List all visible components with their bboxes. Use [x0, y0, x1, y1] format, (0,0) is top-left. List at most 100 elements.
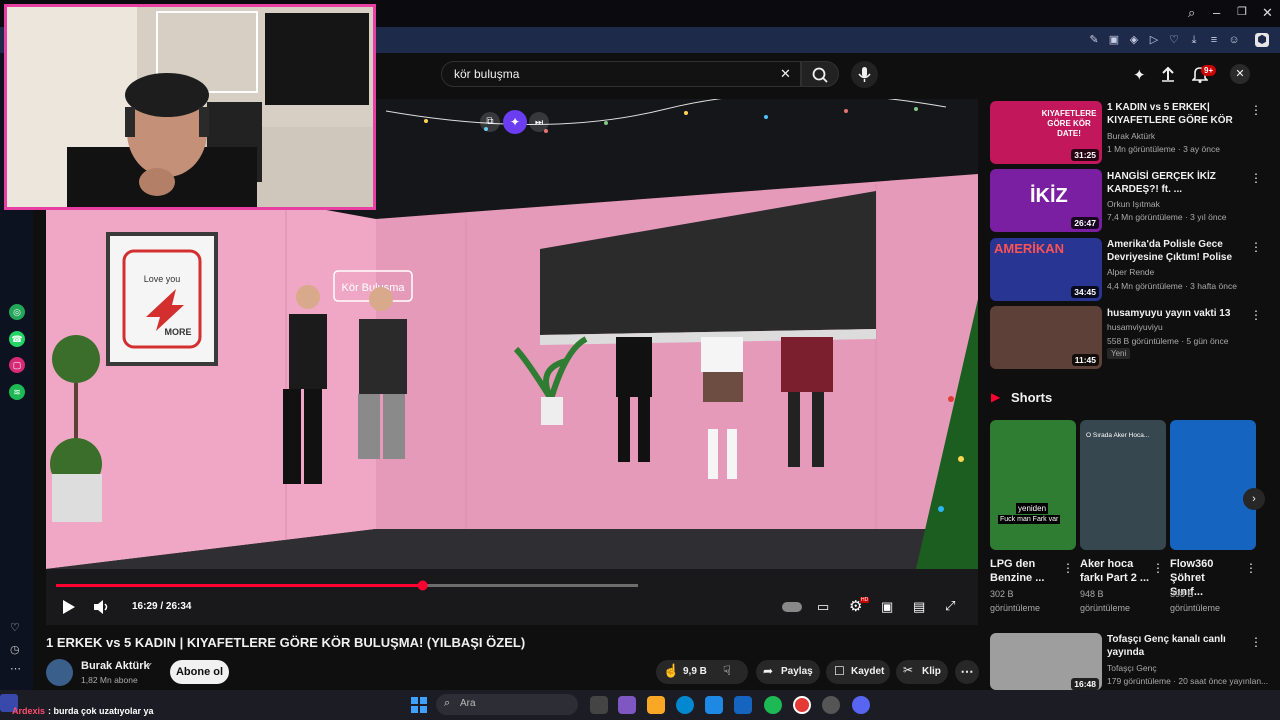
short-thumbnail[interactable]: O Sırada Aker Hoca... — [1080, 420, 1166, 550]
extension-icon[interactable]: ⬢ — [1255, 33, 1269, 47]
miniplayer-icon[interactable]: ⧉ — [480, 112, 500, 132]
more-actions-button[interactable]: ⋯ — [955, 660, 979, 684]
thumbnail-text: KIYAFETLERE GÖRE KÖR DATE! — [1041, 109, 1097, 138]
opera-browser-icon[interactable] — [793, 696, 811, 714]
recommendation-title[interactable]: husamyuyu yayın vakti 13 — [1107, 307, 1242, 320]
recommendation-thumbnail[interactable]: 11:45 — [990, 306, 1102, 369]
search-input[interactable] — [452, 66, 776, 82]
recommendation-meta: 7,4 Mn görüntüleme · 3 yıl önce — [1107, 212, 1227, 222]
more-options-icon[interactable]: ⋮ — [1245, 561, 1257, 575]
windows-start-icon[interactable] — [410, 696, 428, 714]
recommendation-thumbnail[interactable]: AMERİKAN 34:45 — [990, 238, 1102, 301]
instagram-icon[interactable]: ▢ — [9, 357, 25, 373]
menu-icon[interactable]: ≡ — [1207, 33, 1221, 47]
recommendation-title[interactable]: Tofaşçı Genç kanalı canlı yayında — [1107, 633, 1242, 659]
heart-icon[interactable]: ♡ — [10, 621, 20, 634]
like-icon[interactable]: ☝ — [663, 663, 679, 679]
recommendation-channel[interactable]: Alper Rende — [1107, 267, 1154, 277]
clear-search-icon[interactable]: ✕ — [780, 66, 791, 82]
recommendation-title[interactable]: HANGİSİ GERÇEK İKİZ KARDEŞ?! ft. ... — [1107, 170, 1242, 196]
recommendation-thumbnail[interactable]: KIYAFETLERE GÖRE KÖR DATE! 31:25 — [990, 101, 1102, 164]
subtitles-icon[interactable]: ▭ — [817, 599, 829, 615]
cast-icon[interactable]: ▤ — [913, 599, 925, 615]
short-title[interactable]: Aker hoca farkı Part 2 ... — [1080, 557, 1150, 585]
voice-search-button[interactable] — [851, 61, 878, 88]
play-icon[interactable]: ▷ — [1147, 33, 1161, 47]
create-icon[interactable]: ✦ — [1133, 66, 1146, 84]
fullscreen-icon[interactable]: ⤢ — [945, 598, 955, 614]
verified-icon: ✔ — [146, 661, 153, 670]
scissors-icon: ✂ — [903, 663, 914, 677]
chatgpt-icon[interactable]: ◎ — [9, 304, 25, 320]
task-view-icon[interactable] — [590, 696, 608, 714]
mail-icon[interactable] — [734, 696, 752, 714]
recommendation-channel[interactable]: Tofaşçı Genç — [1107, 663, 1157, 673]
search-button[interactable] — [801, 61, 839, 87]
search-box[interactable]: ✕ — [441, 61, 801, 87]
short-thumbnail[interactable]: yeniden Fuck man Fark var — [990, 420, 1076, 550]
more-options-icon[interactable]: ⋮ — [1250, 308, 1262, 322]
recommendation-thumbnail[interactable]: İKİZ 26:47 — [990, 169, 1102, 232]
history-icon[interactable]: ◷ — [10, 643, 20, 656]
shorts-next-button[interactable]: › — [1243, 488, 1265, 510]
like-count[interactable]: 9,9 B — [683, 666, 707, 677]
more-options-icon[interactable]: ⋮ — [1250, 240, 1262, 254]
whatsapp-icon[interactable]: ☎ — [9, 331, 25, 347]
recommendation-channel[interactable]: Burak Aktürk — [1107, 131, 1155, 141]
edge-browser-icon[interactable] — [676, 696, 694, 714]
file-explorer-icon[interactable] — [647, 696, 665, 714]
close-window-button[interactable]: ✕ — [1262, 5, 1273, 21]
progress-scrubber[interactable] — [417, 580, 428, 591]
recommendation-title[interactable]: Amerika'da Polisle Gece Devriyesine Çıkt… — [1107, 238, 1242, 264]
recommendation-meta: 4,4 Mn görüntüleme · 3 hafta önce — [1107, 281, 1237, 291]
chat-username: Ardexis — [12, 706, 46, 716]
app-icon[interactable] — [822, 696, 840, 714]
app-icon[interactable] — [618, 696, 636, 714]
subscribe-button[interactable]: Abone ol — [170, 660, 229, 684]
more-icon[interactable]: ⋯ — [10, 662, 21, 675]
recommendation-channel[interactable]: Orkun Işıtmak — [1107, 199, 1160, 209]
volume-icon[interactable] — [93, 599, 109, 615]
webcam-overlay — [4, 4, 376, 210]
search-icon[interactable]: ⌕ — [1188, 5, 1195, 21]
short-views-label: görüntüleme — [1170, 603, 1221, 613]
channel-avatar[interactable] — [46, 659, 73, 686]
more-options-icon[interactable]: ⋮ — [1250, 171, 1262, 185]
account-avatar[interactable]: ✕ — [1230, 64, 1250, 84]
autoplay-toggle[interactable] — [782, 602, 802, 612]
dislike-icon[interactable]: ☟ — [723, 663, 731, 679]
thumbnail-text: İKİZ — [1030, 185, 1068, 207]
progress-fill — [56, 584, 423, 587]
shorts-heading: Shorts — [1011, 390, 1053, 405]
theater-mode-icon[interactable]: ▣ — [881, 599, 893, 615]
user-icon[interactable]: ☺ — [1227, 33, 1241, 47]
store-icon[interactable] — [705, 696, 723, 714]
short-title[interactable]: LPG den Benzine ... — [990, 557, 1060, 585]
search-icon: ⌕ — [444, 697, 451, 709]
short-thumbnail[interactable] — [1170, 420, 1256, 550]
minimize-button[interactable]: – — [1213, 5, 1220, 20]
taskbar-search[interactable]: ⌕ Ara — [436, 694, 578, 715]
skip-forward-icon[interactable]: ⏭ — [529, 112, 549, 132]
shield-icon[interactable]: ◈ — [1127, 33, 1141, 47]
recommendation-channel[interactable]: husamviyuviyu — [1107, 322, 1163, 332]
spotify-icon[interactable]: ≋ — [9, 384, 25, 400]
recommendation-title[interactable]: 1 KADIN vs 5 ERKEK| KIYAFETLERE GÖRE KÖR… — [1107, 101, 1242, 127]
more-options-icon[interactable]: ⋮ — [1152, 561, 1164, 575]
discord-icon[interactable] — [852, 696, 870, 714]
video-duration: 31:25 — [1071, 149, 1099, 161]
download-icon[interactable]: ⤓ — [1187, 33, 1201, 47]
more-options-icon[interactable]: ⋮ — [1250, 103, 1262, 117]
recommendation-thumbnail[interactable]: 16:48 — [990, 633, 1102, 690]
upload-icon[interactable] — [1160, 66, 1176, 82]
more-options-icon[interactable]: ⋮ — [1250, 635, 1262, 649]
edit-icon[interactable]: ✎ — [1087, 33, 1101, 47]
spotify-icon[interactable] — [764, 696, 782, 714]
play-icon[interactable] — [60, 599, 76, 615]
channel-name[interactable]: Burak Aktürk — [81, 660, 150, 672]
heart-icon[interactable]: ♡ — [1167, 33, 1181, 47]
maximize-button[interactable]: ❐ — [1237, 5, 1247, 18]
more-options-icon[interactable]: ⋮ — [1062, 561, 1074, 575]
camera-icon[interactable]: ▣ — [1107, 33, 1121, 47]
ai-assistant-icon[interactable]: ✦ — [503, 110, 527, 134]
